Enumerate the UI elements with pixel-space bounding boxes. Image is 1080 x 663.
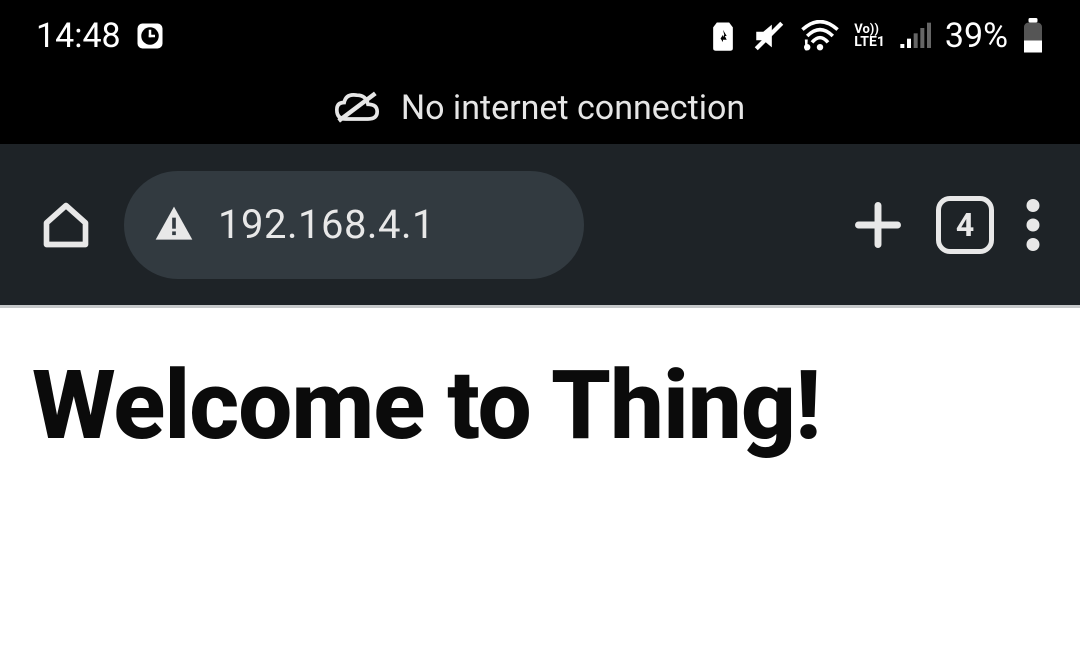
status-right: ! Vo)) LTE1 39% bbox=[708, 16, 1044, 56]
mute-icon bbox=[752, 19, 786, 53]
volte-indicator: Vo)) LTE1 bbox=[854, 24, 885, 48]
not-secure-icon bbox=[152, 203, 196, 247]
tab-count-button[interactable]: 4 bbox=[936, 196, 994, 254]
status-time: 14:48 bbox=[36, 16, 121, 56]
page-heading: Welcome to Thing! bbox=[32, 350, 1048, 462]
notification-bar: No internet connection bbox=[0, 72, 1080, 144]
address-bar[interactable]: 192.168.4.1 bbox=[124, 171, 584, 279]
new-tab-icon[interactable] bbox=[852, 199, 904, 251]
volte-bottom: LTE1 bbox=[854, 36, 885, 49]
clock-icon bbox=[135, 21, 165, 51]
menu-icon[interactable] bbox=[1026, 199, 1040, 251]
cloud-off-icon bbox=[335, 90, 379, 126]
browser-toolbar: 192.168.4.1 4 bbox=[0, 144, 1080, 308]
recycle-badge-icon bbox=[708, 20, 738, 52]
home-icon[interactable] bbox=[40, 199, 92, 251]
signal-icon bbox=[899, 22, 931, 50]
svg-text:!: ! bbox=[804, 35, 808, 52]
battery-percent: 39% bbox=[945, 16, 1008, 56]
address-text: 192.168.4.1 bbox=[218, 201, 435, 248]
status-bar: 14:48 ! Vo)) LTE1 39% bbox=[0, 0, 1080, 72]
tab-count-value: 4 bbox=[956, 206, 974, 244]
battery-icon bbox=[1022, 18, 1044, 54]
page-content: Welcome to Thing! bbox=[0, 308, 1080, 504]
status-left: 14:48 bbox=[36, 16, 165, 56]
notification-text: No internet connection bbox=[401, 88, 745, 128]
wifi-icon: ! bbox=[800, 20, 840, 52]
